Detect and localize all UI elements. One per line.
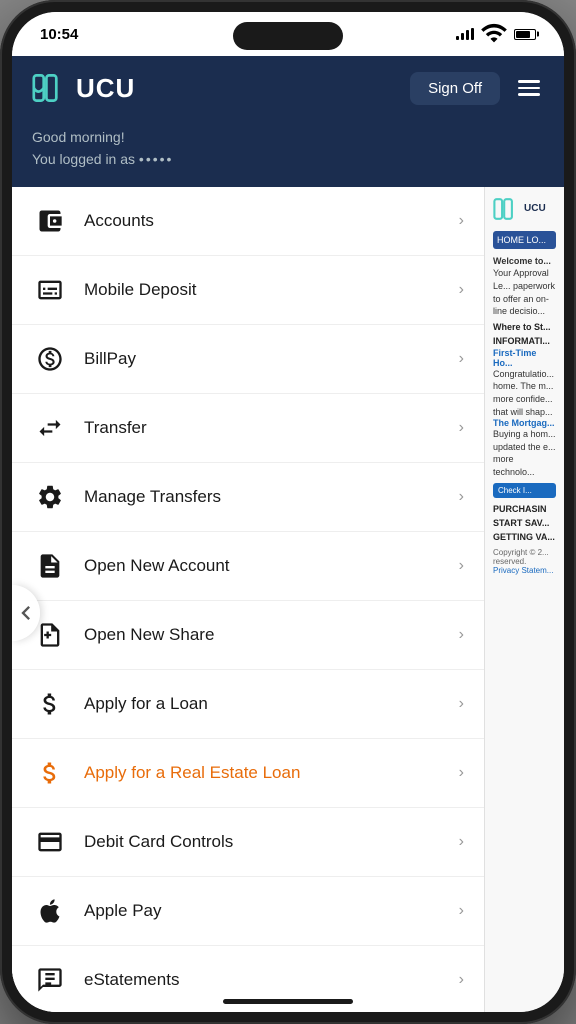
open-new-account-label: Open New Account <box>84 556 459 576</box>
transfer-label: Transfer <box>84 418 459 438</box>
estatements-chevron: › <box>459 971 464 989</box>
menu-list: Accounts › Mobile Deposit › <box>12 187 484 1012</box>
gear-icon <box>32 479 68 515</box>
estatements-label: eStatements <box>84 970 459 990</box>
accounts-chevron: › <box>459 212 464 230</box>
manage-transfers-label: Manage Transfers <box>84 487 459 507</box>
menu-item-open-new-account[interactable]: Open New Account › <box>12 532 484 601</box>
hamburger-line <box>518 87 540 90</box>
open-new-account-chevron: › <box>459 557 464 575</box>
side-panel-footer: Copyright © 2... reserved. Privacy State… <box>493 548 556 575</box>
dynamic-island <box>233 22 343 50</box>
accounts-label: Accounts <box>84 211 459 231</box>
manage-transfers-chevron: › <box>459 488 464 506</box>
hamburger-button[interactable] <box>514 76 544 100</box>
transfer-icon <box>32 410 68 446</box>
apple-pay-chevron: › <box>459 902 464 920</box>
status-time: 10:54 <box>40 26 78 43</box>
billpay-icon <box>32 341 68 377</box>
side-panel: UCU HOME LO... Welcome to... Your Approv… <box>484 187 564 1012</box>
estatements-icon <box>32 962 68 998</box>
apple-pay-label: Apple Pay <box>84 901 459 921</box>
greeting-area: Good morning! You logged in as ••••• <box>12 122 564 187</box>
open-new-share-label: Open New Share <box>84 625 459 645</box>
billpay-label: BillPay <box>84 349 459 369</box>
new-account-icon <box>32 548 68 584</box>
menu-item-mobile-deposit[interactable]: Mobile Deposit › <box>12 256 484 325</box>
billpay-chevron: › <box>459 350 464 368</box>
debit-card-icon <box>32 824 68 860</box>
mobile-deposit-chevron: › <box>459 281 464 299</box>
app-header: UCU Sign Off <box>12 56 564 122</box>
menu-item-billpay[interactable]: BillPay › <box>12 325 484 394</box>
home-indicator <box>223 999 353 1004</box>
menu-item-debit-card[interactable]: Debit Card Controls › <box>12 808 484 877</box>
menu-item-open-new-share[interactable]: Open New Share › <box>12 601 484 670</box>
hamburger-line <box>518 80 540 83</box>
menu-item-manage-transfers[interactable]: Manage Transfers › <box>12 463 484 532</box>
greeting-text: Good morning! You logged in as ••••• <box>32 126 544 171</box>
wallet-icon <box>32 203 68 239</box>
header-right: Sign Off <box>410 72 544 105</box>
status-icons <box>456 19 536 50</box>
real-estate-loan-chevron: › <box>459 764 464 782</box>
side-panel-banner: HOME LO... <box>493 231 556 249</box>
menu-item-accounts[interactable]: Accounts › <box>12 187 484 256</box>
apply-loan-label: Apply for a Loan <box>84 694 459 714</box>
debit-card-label: Debit Card Controls <box>84 832 459 852</box>
debit-card-chevron: › <box>459 833 464 851</box>
side-panel-logo: UCU <box>493 195 556 223</box>
signal-icon <box>456 28 474 40</box>
real-estate-icon <box>32 755 68 791</box>
ucu-logo-icon <box>32 70 68 106</box>
mobile-deposit-label: Mobile Deposit <box>84 280 459 300</box>
side-panel-welcome: Welcome to... <box>493 255 556 268</box>
side-check-button[interactable]: Check I... <box>493 483 556 498</box>
open-new-share-chevron: › <box>459 626 464 644</box>
battery-icon <box>514 29 536 40</box>
wifi-icon <box>480 19 508 50</box>
logo-text: UCU <box>76 73 135 104</box>
sign-off-button[interactable]: Sign Off <box>410 72 500 105</box>
transfer-chevron: › <box>459 419 464 437</box>
deposit-icon <box>32 272 68 308</box>
logo-area: UCU <box>32 70 135 106</box>
menu-item-transfer[interactable]: Transfer › <box>12 394 484 463</box>
hamburger-line <box>518 93 540 96</box>
apply-loan-chevron: › <box>459 695 464 713</box>
loan-icon <box>32 686 68 722</box>
menu-item-apply-loan[interactable]: Apply for a Loan › <box>12 670 484 739</box>
menu-item-apple-pay[interactable]: Apple Pay › <box>12 877 484 946</box>
menu-item-real-estate-loan[interactable]: Apply for a Real Estate Loan › <box>12 739 484 808</box>
real-estate-loan-label: Apply for a Real Estate Loan <box>84 763 459 783</box>
side-panel-approval: Your Approval Le... paperwork to offer a… <box>493 267 556 317</box>
apple-icon <box>32 893 68 929</box>
